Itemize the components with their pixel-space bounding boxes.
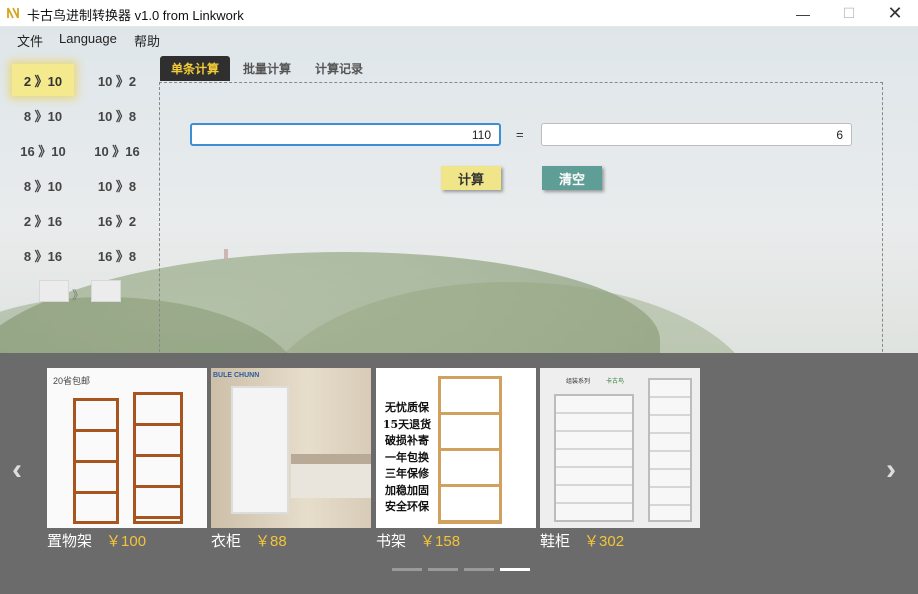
menu-bar: 文件 Language 帮助 <box>0 27 918 51</box>
product-name: 衣柜 <box>211 533 242 550</box>
result-number-field[interactable] <box>541 123 852 146</box>
product-image-wardrobe: BULE CHUNN <box>211 368 371 528</box>
cabinet-graphic <box>648 378 692 522</box>
product-name: 鞋柜 <box>540 533 571 550</box>
carousel-page-dot[interactable] <box>464 568 494 571</box>
product-name: 书架 <box>376 533 407 550</box>
product-image-badge: 组装系列 <box>566 379 591 385</box>
product-image-brand: BULE CHUNN <box>213 372 260 379</box>
product-price: ￥158 <box>420 533 461 550</box>
convert-2-to-16-button[interactable]: 2 》16 <box>12 204 74 236</box>
clear-button[interactable]: 清空 <box>542 166 602 190</box>
carousel-page-dot[interactable] <box>428 568 458 571</box>
convert-2-to-10-button[interactable]: 2 》10 <box>12 64 74 96</box>
tab-single-calc[interactable]: 单条计算 <box>160 56 230 81</box>
product-image-slogan: 无忧质保 15天退货 破损补寄 一年包换 三年保修 加稳加固 安全环保 <box>382 401 432 513</box>
calculate-button[interactable]: 计算 <box>441 166 501 190</box>
tab-batch-calc[interactable]: 批量计算 <box>232 56 302 81</box>
product-card[interactable]: BULE CHUNN 衣柜 ￥88 <box>211 368 371 551</box>
product-name: 置物架 <box>47 533 93 550</box>
window-title: 卡古鸟进制转换器 v1.0 from Linkwork <box>27 8 244 23</box>
wardrobe-graphic <box>231 386 289 514</box>
shelf-graphic <box>133 392 183 524</box>
main-content: 文件 Language 帮助 2 》10 10 》2 8 》10 10 》8 1… <box>0 27 918 353</box>
menu-file[interactable]: 文件 <box>17 31 43 50</box>
custom-from-base-input[interactable] <box>39 280 69 302</box>
custom-arrow-icon: 》 <box>72 288 85 302</box>
convert-16-to-10-button[interactable]: 16 》10 <box>12 134 74 166</box>
convert-10-to-8-button[interactable]: 10 》8 <box>86 169 148 201</box>
product-image-badge: 20省包邮 <box>53 376 91 386</box>
minimize-button[interactable]: — <box>780 0 826 27</box>
equals-sign: = <box>516 127 524 142</box>
convert-10-to-16-button[interactable]: 10 》16 <box>86 134 148 166</box>
product-image-shoe-cabinet: 组装系列 卡古鸟 <box>540 368 700 528</box>
product-image-bookshelf: 无忧质保 15天退货 破损补寄 一年包换 三年保修 加稳加固 安全环保 <box>376 368 536 528</box>
shelf-graphic <box>73 398 119 524</box>
convert-10-to-8-button[interactable]: 10 》8 <box>86 99 148 131</box>
product-price: ￥302 <box>584 533 625 550</box>
close-button[interactable]: ✕ <box>872 0 918 27</box>
title-bar: 卡古鸟进制转换器 v1.0 from Linkwork — ☐ ✕ <box>0 0 918 27</box>
menu-language[interactable]: Language <box>59 31 117 46</box>
input-number-field[interactable] <box>190 123 501 146</box>
product-image-storage-shelf: 20省包邮 <box>47 368 207 528</box>
product-image-brand: 卡古鸟 <box>606 379 625 385</box>
bookshelf-graphic <box>438 376 502 524</box>
product-card[interactable]: 无忧质保 15天退货 破损补寄 一年包换 三年保修 加稳加固 安全环保 书架 ￥1… <box>376 368 536 551</box>
convert-8-to-10-button[interactable]: 8 》10 <box>12 169 74 201</box>
app-logo-icon <box>6 6 20 20</box>
bed-graphic <box>291 454 371 498</box>
product-carousel: ‹ 20省包邮 置物架 ￥100 BULE CHUNN 衣柜 ￥88 无忧质保 15… <box>0 353 918 594</box>
carousel-page-dot[interactable] <box>392 568 422 571</box>
product-price: ￥88 <box>255 533 287 550</box>
convert-8-to-10-button[interactable]: 8 》10 <box>12 99 74 131</box>
carousel-page-dot-active[interactable] <box>500 568 530 571</box>
carousel-prev-icon[interactable]: ‹ <box>12 453 22 487</box>
convert-16-to-2-button[interactable]: 16 》2 <box>86 204 148 236</box>
product-card[interactable]: 组装系列 卡古鸟 鞋柜 ￥302 <box>540 368 700 551</box>
maximize-button[interactable]: ☐ <box>826 0 872 27</box>
menu-help[interactable]: 帮助 <box>134 31 160 50</box>
convert-8-to-16-button[interactable]: 8 》16 <box>12 239 74 271</box>
cabinet-graphic <box>554 394 634 522</box>
product-price: ￥100 <box>106 533 147 550</box>
convert-10-to-2-button[interactable]: 10 》2 <box>86 64 148 96</box>
carousel-next-icon[interactable]: › <box>886 453 896 487</box>
custom-to-base-input[interactable] <box>91 280 121 302</box>
tab-calc-history[interactable]: 计算记录 <box>304 56 374 81</box>
convert-16-to-8-button[interactable]: 16 》8 <box>86 239 148 271</box>
product-card[interactable]: 20省包邮 置物架 ￥100 <box>47 368 207 551</box>
